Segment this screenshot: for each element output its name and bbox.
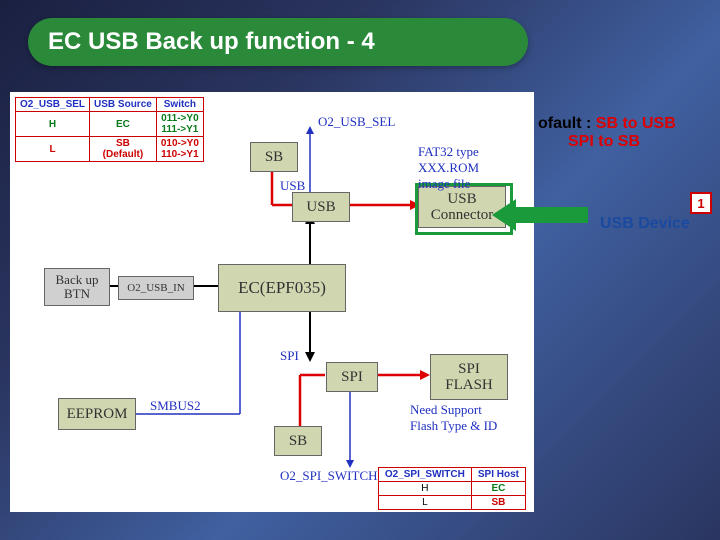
label-spi-vert: SPI	[280, 348, 299, 364]
default-note: ofault : SB to USB SPI to SB	[538, 115, 676, 151]
step-badge-1: 1	[690, 192, 712, 214]
label-o2-spi-switch: O2_SPI_SWITCH	[280, 468, 378, 484]
box-sb-top: SB	[250, 142, 298, 172]
title-bar: EC USB Back up function - 4	[28, 18, 528, 66]
usb-device-arrow	[492, 197, 588, 233]
usb-device-label: USB Device	[600, 215, 690, 233]
spi-switch-table: O2_SPI_SWITCH SPI Host HEC LSB	[378, 467, 526, 510]
box-spi-flash: SPI FLASH	[430, 354, 508, 400]
box-spi: SPI	[326, 362, 378, 392]
box-sb-bot: SB	[274, 426, 322, 456]
label-o2-usb-sel: O2_USB_SEL	[318, 114, 395, 130]
block-diagram: O2_USB_SEL USB Source Switch H EC 011->Y…	[10, 92, 534, 512]
box-backup-btn: Back up BTN	[44, 268, 110, 306]
box-usb: USB	[292, 192, 350, 222]
box-ec: EC(EPF035)	[218, 264, 346, 312]
label-smbus2: SMBUS2	[150, 398, 201, 414]
label-need-support: Need Support Flash Type & ID	[410, 402, 497, 434]
label-fat32: FAT32 type XXX.ROM image file	[418, 144, 479, 192]
page-title: EC USB Back up function - 4	[48, 28, 375, 56]
label-usb-vert: USB	[280, 178, 305, 194]
box-o2-usb-in: O2_USB_IN	[118, 276, 194, 300]
usb-sel-table: O2_USB_SEL USB Source Switch H EC 011->Y…	[15, 97, 204, 162]
box-eeprom: EEPROM	[58, 398, 136, 430]
